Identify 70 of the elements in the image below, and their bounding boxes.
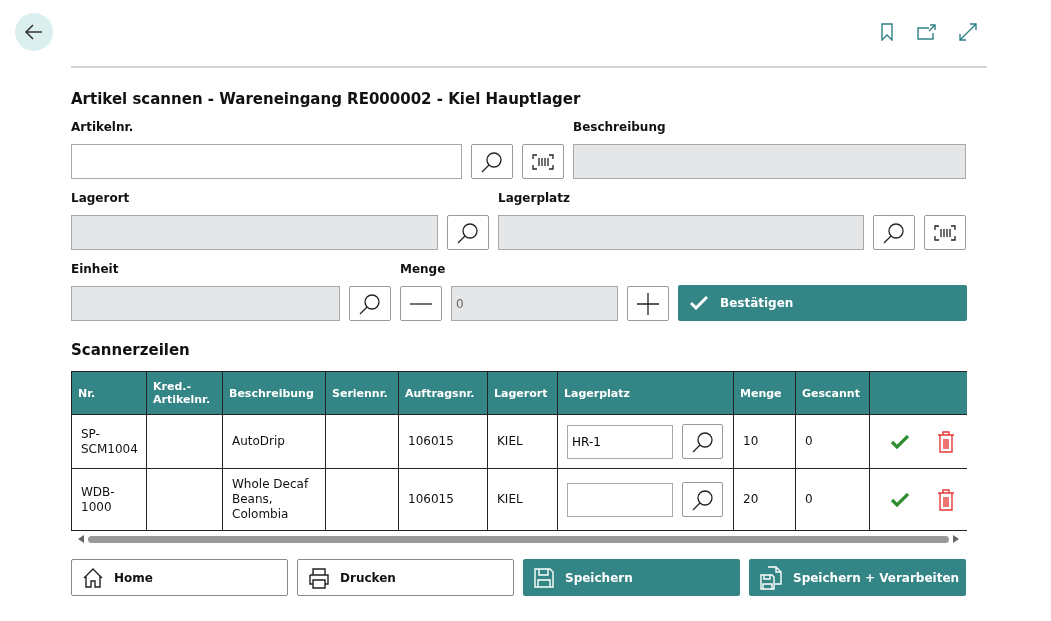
floppy-document-icon	[759, 565, 783, 590]
search-button[interactable]	[873, 215, 915, 250]
column-header: Lagerplatz	[557, 371, 734, 415]
column-header: Beschreibung	[222, 371, 326, 415]
field-label: Beschreibung	[573, 120, 667, 136]
page-title: Artikel scannen - Wareneingang RE000002 - Kiel Hauptlager	[71, 90, 582, 110]
bin-input[interactable]: HR-1	[567, 424, 673, 459]
trash-icon[interactable]	[937, 430, 955, 453]
table-cell: WDB-1000	[81, 484, 115, 514]
search-button[interactable]	[682, 424, 723, 459]
column-header: Menge	[733, 371, 796, 415]
plus-icon	[636, 291, 660, 316]
table-cell: 0	[805, 434, 813, 448]
home-button[interactable]: Home	[71, 559, 288, 596]
printer-icon	[308, 566, 330, 589]
search-icon	[690, 429, 715, 454]
arrow-left-icon	[24, 22, 44, 42]
field-label: Lagerplatz	[498, 191, 571, 207]
column-header: Gescannt	[795, 371, 870, 415]
search-icon	[456, 220, 480, 245]
search-icon	[690, 487, 715, 512]
save-button[interactable]: Speichern	[523, 559, 740, 596]
table-cell: SP-SCM1004	[81, 426, 138, 456]
field-label: Lagerort	[71, 191, 131, 207]
column-header: Kred.-Artikelnr.	[146, 371, 223, 415]
save-process-button[interactable]: Speichern + Verarbeiten	[749, 559, 966, 596]
minus-icon	[409, 301, 433, 306]
column-header: Seriennr.	[325, 371, 399, 415]
bookmark-icon[interactable]	[879, 23, 895, 41]
search-button[interactable]	[471, 144, 513, 179]
decrease-button[interactable]	[400, 286, 442, 321]
check-icon[interactable]	[891, 434, 909, 449]
search-button[interactable]	[349, 286, 391, 321]
barcode-icon	[532, 153, 554, 170]
section-title: Scannerzeilen	[71, 341, 191, 361]
check-icon	[690, 296, 708, 310]
column-header: Auftragsnr.	[398, 371, 488, 415]
bin-input[interactable]	[567, 482, 673, 517]
field-label: Artikelnr.	[71, 120, 135, 136]
field-label: Menge	[400, 262, 447, 278]
search-icon	[882, 220, 906, 245]
share-icon[interactable]	[917, 24, 937, 40]
increase-button[interactable]	[627, 286, 669, 321]
table-cell: 20	[743, 492, 759, 506]
column-header: Nr.	[71, 371, 147, 415]
search-icon	[480, 149, 504, 174]
table-cell: 10	[743, 434, 759, 448]
column-header: Lagerort	[487, 371, 558, 415]
search-icon	[358, 291, 382, 316]
barcode-scan-button[interactable]	[522, 144, 564, 179]
confirm-button[interactable]: Bestätigen	[678, 285, 967, 321]
search-button[interactable]	[682, 482, 723, 517]
table-cell: 106015	[408, 492, 454, 506]
check-icon[interactable]	[891, 492, 909, 507]
field-label: Einheit	[71, 262, 120, 278]
table-cell: KIEL	[497, 492, 523, 506]
table-cell: 0	[805, 492, 813, 506]
expand-icon[interactable]	[959, 23, 977, 41]
article-number-field[interactable]	[71, 144, 462, 179]
table-cell: Whole Decaf Beans, Colombia	[232, 477, 309, 521]
trash-icon[interactable]	[937, 488, 955, 511]
table-cell: KIEL	[497, 434, 523, 448]
table-cell: 106015	[408, 434, 454, 448]
back-button[interactable]	[15, 13, 53, 51]
home-icon	[82, 566, 104, 589]
barcode-icon	[934, 224, 956, 241]
barcode-scan-button[interactable]	[924, 215, 966, 250]
print-button[interactable]: Drucken	[297, 559, 514, 596]
search-button[interactable]	[447, 215, 489, 250]
table-cell: AutoDrip	[232, 434, 285, 448]
